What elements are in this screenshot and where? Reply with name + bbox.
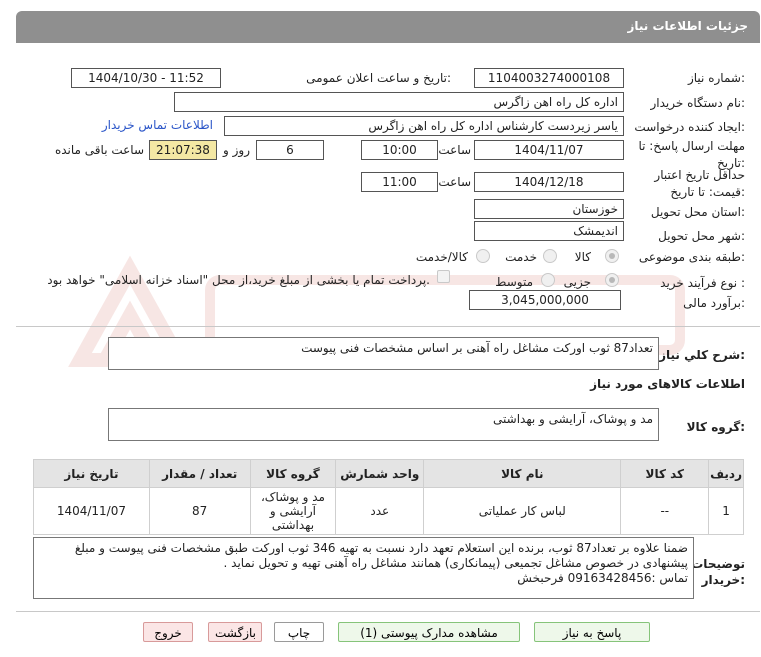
cell-date: 1404/11/07 [33, 487, 150, 535]
print-button[interactable]: چاپ [274, 622, 324, 642]
col-unit: واحد شمارش [335, 459, 425, 488]
cell-row: 1 [708, 487, 744, 535]
remaining-time-field: 21:07:38 [149, 140, 217, 160]
page-title: جزئیات اطلاعات نیاز [627, 19, 748, 33]
items-table: ردیف کد کالا نام کالا واحد شمارش گروه کا… [33, 459, 744, 535]
requester-field: یاسر زیردست کارشناس اداره کل راه اهن زاگ… [224, 116, 624, 136]
need-number-field: 1104003274000108 [474, 68, 624, 88]
process-medium-radio[interactable] [541, 273, 555, 287]
col-qty: تعداد / مقدار [148, 459, 251, 488]
price-validity-time-label: ساعت [438, 175, 471, 189]
price-validity-date-field: 1404/12/18 [474, 172, 624, 192]
treasury-payment-note: پرداخت تمام یا بخشی از مبلغ خرید،از محل … [47, 273, 430, 287]
reply-button[interactable]: پاسخ به نیاز [534, 622, 650, 642]
reply-time-field: 10:00 [361, 140, 438, 160]
goods-group-field: مد و پوشاک، آرایشی و بهداشتی [108, 408, 659, 441]
general-description-text: تعداد87 ثوب اورکت مشاغل راه آهنی بر اساس… [301, 341, 653, 355]
category-service-label: خدمت [505, 250, 537, 264]
reply-date-field: 1404/11/07 [474, 140, 624, 160]
treasury-payment-checkbox[interactable] [437, 270, 450, 283]
buyer-org-field: اداره کل راه اهن زاگرس [174, 92, 624, 112]
general-description-label: شرح کلي نياز: [659, 348, 745, 362]
estimate-field: 3,045,000,000 [469, 290, 621, 310]
category-both-label: کالا/خدمت [415, 250, 468, 264]
city-label: شهر محل تحویل: [658, 229, 745, 243]
category-service-radio[interactable] [543, 249, 557, 263]
col-name: نام کالا [423, 459, 622, 488]
process-medium-label: متوسط [495, 275, 533, 289]
category-label: طبقه بندی موضوعی: [638, 250, 745, 264]
page-header: جزئیات اطلاعات نیاز [16, 11, 760, 43]
col-row: ردیف [708, 459, 744, 488]
category-both-radio[interactable] [476, 249, 490, 263]
category-goods-radio[interactable] [605, 249, 619, 263]
cell-unit: عدد [335, 487, 425, 535]
goods-info-title: اطلاعات کالاهای مورد نیاز [590, 377, 745, 391]
estimate-label: برآورد مالی: [683, 296, 745, 310]
province-field: خوزستان [474, 199, 624, 219]
general-description-field: تعداد87 ثوب اورکت مشاغل راه آهنی بر اساس… [108, 337, 659, 370]
goods-group-label: گروه کالا: [686, 420, 745, 434]
table-header-row: ردیف کد کالا نام کالا واحد شمارش گروه کا… [33, 459, 744, 488]
col-code: کد کالا [620, 459, 710, 488]
buyer-notes-line: ضمنا علاوه بر تعداد87 ثوب، برنده این است… [74, 541, 688, 555]
city-field: اندیمشک [474, 221, 624, 241]
buyer-notes-field: ضمنا علاوه بر تعداد87 ثوب، برنده این است… [33, 537, 694, 599]
col-date: تاریخ نیاز [33, 459, 150, 488]
cell-code: -- [620, 487, 710, 535]
price-validity-label: حداقل تاریخ اعتبار قیمت: تا تاریخ: [654, 168, 745, 199]
divider [16, 326, 760, 327]
purchase-process-label: نوع فرآیند خرید : [660, 276, 745, 290]
buyer-org-label: نام دستگاه خریدار: [650, 96, 746, 110]
requester-label: ایجاد کننده درخواست: [634, 120, 745, 134]
cell-qty: 87 [148, 487, 251, 535]
exit-button[interactable]: خروج [143, 622, 193, 642]
remaining-time-label: ساعت باقی مانده [54, 143, 144, 157]
announce-datetime-label: تاریخ و ساعت اعلان عمومی: [306, 71, 451, 85]
need-number-label: شماره نیاز: [687, 71, 745, 85]
attachments-button[interactable]: مشاهده مدارک پیوستی (1) [338, 622, 520, 642]
price-validity-time-field: 11:00 [361, 172, 438, 192]
divider [16, 611, 760, 612]
reply-time-label: ساعت [438, 143, 471, 157]
goods-group-text: مد و پوشاک، آرایشی و بهداشتی [493, 412, 653, 426]
reply-days-field: 6 [256, 140, 324, 160]
buyer-notes-line: پیشنهادی در خصوص مشاغل تجمیعی (پیمانکاری… [223, 556, 688, 570]
days-label: روز و [223, 143, 250, 157]
process-minor-radio[interactable] [605, 273, 619, 287]
category-goods-label: کالا [574, 250, 591, 264]
process-minor-label: جزیی [563, 275, 591, 289]
col-group: گروه کالا [249, 459, 337, 488]
back-button[interactable]: بازگشت [208, 622, 262, 642]
buyer-notes-line: تماس :09163428456 فرحبخش [517, 571, 688, 585]
table-row: 1 -- لباس کار عملیاتی عدد مد و پوشاک، آر… [33, 487, 744, 535]
cell-group: مد و پوشاک، آرایشی و بهداشتی [249, 487, 337, 535]
cell-name: لباس کار عملیاتی [423, 487, 622, 535]
announce-datetime-field: 1404/10/30 - 11:52 [71, 68, 221, 88]
buyer-contact-link[interactable]: اطلاعات تماس خریدار [102, 118, 213, 132]
province-label: استان محل تحویل: [650, 205, 745, 219]
